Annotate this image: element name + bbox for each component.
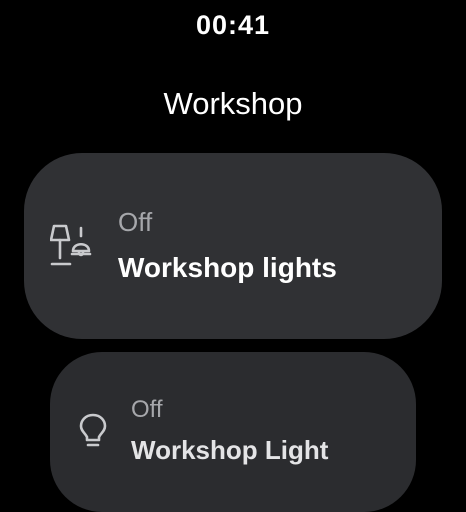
device-label: Workshop Light xyxy=(131,435,329,465)
device-tile-workshop-lights[interactable]: Off Workshop lights xyxy=(24,153,442,339)
device-tile-workshop-light[interactable]: Off Workshop Light xyxy=(50,352,416,512)
device-status: Off xyxy=(118,207,153,237)
lamp-group-icon xyxy=(50,224,92,266)
clock-time: 00:41 xyxy=(195,10,271,40)
lightbulb-icon xyxy=(79,413,107,447)
device-status: Off xyxy=(131,396,163,423)
device-label: Workshop lights xyxy=(118,252,337,283)
page-title: Workshop xyxy=(163,86,303,121)
